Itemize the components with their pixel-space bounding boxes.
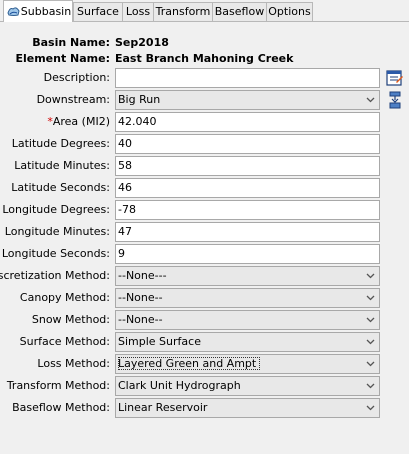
latitude-degrees-label: Latitude Degrees: xyxy=(11,137,110,150)
element-name-label: Element Name: xyxy=(15,52,110,65)
latitude-minutes-label: Latitude Minutes: xyxy=(14,159,110,172)
tab-options-label: Options xyxy=(268,5,311,18)
canopy-method-value: --None-- xyxy=(118,291,163,304)
downstream-select[interactable]: Big Run xyxy=(115,90,380,110)
loss-method-value: Layered Green and Ampt xyxy=(118,357,261,370)
discretization-method-value: --None--- xyxy=(118,269,167,282)
chevron-down-icon xyxy=(366,97,375,103)
tab-baseflow-label: Baseflow xyxy=(214,5,265,18)
longitude-seconds-label: Longitude Seconds: xyxy=(1,247,110,260)
snow-method-label: Snow Method: xyxy=(31,313,110,326)
tab-options[interactable]: Options xyxy=(266,2,313,21)
area-field[interactable]: 42.040 xyxy=(115,112,380,132)
baseflow-method-value: Linear Reservoir xyxy=(118,401,208,414)
basin-name-label: Basin Name: xyxy=(32,36,110,49)
tab-strip: Subbasin Surface Loss Transform Baseflow… xyxy=(0,0,409,22)
loss-method-select[interactable]: Layered Green and Ampt xyxy=(115,354,380,374)
longitude-minutes-field[interactable]: 47 xyxy=(115,222,380,242)
chevron-down-icon xyxy=(366,317,375,323)
canopy-method-label: Canopy Method: xyxy=(19,291,110,304)
area-label-text: Area (MI2) xyxy=(52,115,110,128)
chevron-down-icon xyxy=(366,273,375,279)
snow-method-value: --None-- xyxy=(118,313,163,326)
tab-surface-label: Surface xyxy=(77,5,119,18)
longitude-degrees-field[interactable]: -78 xyxy=(115,200,380,220)
latitude-seconds-label: Latitude Seconds: xyxy=(11,181,110,194)
edit-description-icon[interactable] xyxy=(386,69,404,87)
transform-method-label: Transform Method: xyxy=(6,379,110,392)
downstream-value: Big Run xyxy=(118,93,161,106)
chevron-down-icon xyxy=(366,383,375,389)
description-label: Description: xyxy=(43,71,110,84)
loss-method-label: Loss Method: xyxy=(37,357,110,370)
chevron-down-icon xyxy=(366,405,375,411)
transform-method-select[interactable]: Clark Unit Hydrograph xyxy=(115,376,380,396)
tab-transform[interactable]: Transform xyxy=(153,2,213,21)
element-name-value: East Branch Mahoning Creek xyxy=(115,52,294,65)
surface-method-label: Surface Method: xyxy=(19,335,110,348)
chevron-down-icon xyxy=(366,339,375,345)
description-field[interactable] xyxy=(115,68,380,88)
transform-method-value: Clark Unit Hydrograph xyxy=(118,379,241,392)
latitude-minutes-field[interactable]: 58 xyxy=(115,156,380,176)
baseflow-method-select[interactable]: Linear Reservoir xyxy=(115,398,380,418)
tab-subbasin[interactable]: Subbasin xyxy=(3,0,73,22)
longitude-degrees-label: Longitude Degrees: xyxy=(2,203,110,216)
discretization-method-label: Discretization Method: xyxy=(0,269,110,282)
longitude-seconds-field[interactable]: 9 xyxy=(115,244,380,264)
canopy-method-select[interactable]: --None-- xyxy=(115,288,380,308)
subbasin-panel: Basin Name: Sep2018 Element Name: East B… xyxy=(0,22,409,454)
discretization-method-select[interactable]: --None--- xyxy=(115,266,380,286)
surface-method-select[interactable]: Simple Surface xyxy=(115,332,380,352)
tab-loss[interactable]: Loss xyxy=(122,2,154,21)
tab-transform-label: Transform xyxy=(155,5,211,18)
latitude-degrees-field[interactable]: 40 xyxy=(115,134,380,154)
tab-subbasin-label: Subbasin xyxy=(20,5,72,18)
tab-surface[interactable]: Surface xyxy=(73,2,123,21)
tab-loss-label: Loss xyxy=(125,5,151,18)
latitude-seconds-field[interactable]: 46 xyxy=(115,178,380,198)
area-label: *Area (MI2) xyxy=(47,112,110,132)
tab-baseflow[interactable]: Baseflow xyxy=(212,2,267,21)
subbasin-icon xyxy=(7,7,20,16)
chevron-down-icon xyxy=(366,295,375,301)
chevron-down-icon xyxy=(366,361,375,367)
select-downstream-icon[interactable] xyxy=(386,91,404,109)
snow-method-select[interactable]: --None-- xyxy=(115,310,380,330)
baseflow-method-label: Baseflow Method: xyxy=(12,401,110,414)
downstream-label: Downstream: xyxy=(36,93,110,106)
longitude-minutes-label: Longitude Minutes: xyxy=(4,225,110,238)
surface-method-value: Simple Surface xyxy=(118,335,201,348)
basin-name-value: Sep2018 xyxy=(115,36,169,49)
